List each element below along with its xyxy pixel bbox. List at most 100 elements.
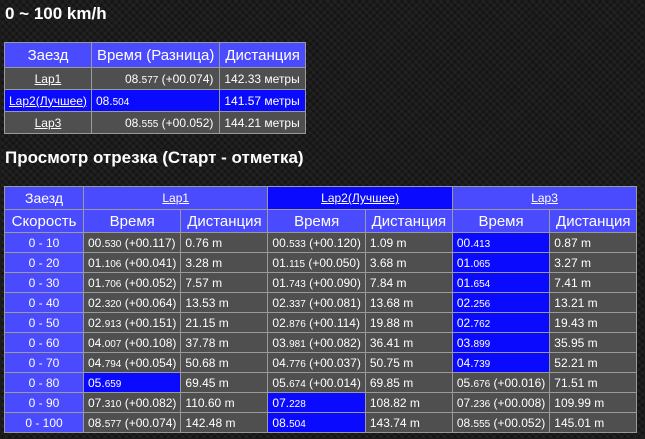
time-milliseconds: 337 [289, 298, 306, 310]
segment-header-time: Время [267, 209, 366, 233]
time-difference: (+00.081) [305, 295, 361, 310]
speed-range-cell: 0 - 30 [4, 272, 84, 293]
segment-distance-cell: 52.21 m [549, 352, 638, 373]
time-milliseconds: 676 [473, 378, 491, 390]
segment-distance-cell: 143.74 m [364, 412, 453, 433]
time-milliseconds: 981 [289, 338, 306, 350]
time-seconds: 01. [272, 255, 290, 270]
segment-time-cell: 04.007 (+00.108) [82, 332, 182, 353]
time-seconds: 08. [456, 415, 474, 430]
segment-lap-header: Lap2(Лучшее) [267, 186, 453, 210]
segment-header-distance: Дистанция [364, 209, 453, 233]
time-seconds: 05. [456, 375, 474, 390]
time-seconds: 01. [456, 275, 474, 290]
lap-link[interactable]: Lap2(Лучшее) [321, 191, 399, 205]
segment-time-cell: 01.654 [451, 272, 551, 293]
segment-header-lap-row: Заезд Lap1 Lap2(Лучшее) Lap3 [4, 186, 638, 210]
time-difference: (+00.064) [121, 295, 177, 310]
summary-time-cell: 08.555 (+00.052) [90, 111, 221, 134]
time-seconds: 00. [272, 235, 290, 250]
time-milliseconds: 794 [104, 358, 122, 370]
time-seconds: 08. [124, 71, 142, 86]
summary-distance-cell: 141.57 метры [219, 89, 306, 112]
lap-link[interactable]: Lap2(Лучшее) [9, 94, 87, 108]
lap-link[interactable]: Lap1 [162, 191, 189, 205]
speed-range-cell: 0 - 20 [4, 252, 84, 273]
segment-distance-cell: 13.21 m [549, 292, 638, 313]
time-seconds: 03. [456, 335, 474, 350]
segment-time-cell: 02.337 (+00.081) [267, 292, 366, 313]
segment-table: Заезд Lap1 Lap2(Лучшее) Lap3 Скорость Вр… [4, 186, 638, 433]
segment-distance-cell: 13.68 m [364, 292, 453, 313]
segment-header-columns-row: Скорость Время Дистанция Время Дистанция… [4, 209, 638, 233]
segment-time-cell: 08.504 [267, 412, 366, 433]
speed-range-cell: 0 - 50 [4, 312, 84, 333]
time-milliseconds: 228 [289, 398, 306, 410]
time-milliseconds: 504 [112, 96, 130, 108]
time-milliseconds: 876 [289, 318, 306, 330]
summary-row: Lap3 08.555 (+00.052) 144.21 метры [4, 111, 306, 134]
summary-row: Lap1 08.577 (+00.074) 142.33 метры [4, 67, 306, 90]
lap-link[interactable]: Lap3 [531, 191, 558, 205]
time-milliseconds: 555 [473, 418, 491, 430]
segment-distance-cell: 7.41 m [549, 272, 638, 293]
segment-row: 0 - 30 01.706 (+00.052) 7.57 m 01.743 (+00.… [4, 272, 638, 293]
segment-distance-cell: 0.87 m [549, 232, 638, 253]
time-seconds: 03. [272, 335, 290, 350]
segment-row: 0 - 10 00.530 (+00.117) 0.76 m 00.533 (+00.… [4, 232, 638, 253]
segment-header-distance: Дистанция [549, 209, 638, 233]
segment-time-cell: 02.762 [451, 312, 551, 333]
segment-distance-cell: 3.27 m [549, 252, 638, 273]
time-seconds: 04. [272, 355, 290, 370]
time-difference: (+00.008) [490, 395, 546, 410]
segment-distance-cell: 37.78 m [180, 332, 269, 353]
time-difference: (+00.052) [490, 415, 546, 430]
time-milliseconds: 413 [473, 238, 491, 250]
time-difference: (+00.090) [305, 275, 361, 290]
segment-distance-cell: 7.84 m [364, 272, 453, 293]
time-seconds: 00. [88, 235, 105, 250]
time-milliseconds: 065 [473, 258, 491, 270]
time-milliseconds: 555 [141, 118, 159, 130]
time-milliseconds: 739 [473, 358, 491, 370]
segment-header-time: Время [451, 209, 551, 233]
time-difference: (+00.074) [158, 71, 214, 86]
time-seconds: 02. [272, 315, 290, 330]
segment-time-cell: 04.776 (+00.037) [267, 352, 366, 373]
segment-row: 0 - 70 04.794 (+00.054) 50.68 m 04.776 (+00… [4, 352, 638, 373]
segment-time-cell: 08.577 (+00.074) [82, 412, 182, 433]
time-milliseconds: 654 [473, 278, 491, 290]
segment-distance-cell: 19.88 m [364, 312, 453, 333]
segment-time-cell: 04.739 [451, 352, 551, 373]
time-milliseconds: 899 [473, 338, 491, 350]
time-seconds: 01. [88, 255, 105, 270]
segment-row: 0 - 100 08.577 (+00.074) 142.48 m 08.504 143… [4, 412, 638, 433]
time-milliseconds: 533 [289, 238, 306, 250]
time-milliseconds: 577 [141, 74, 159, 86]
time-milliseconds: 115 [289, 258, 306, 270]
time-seconds: 05. [88, 375, 105, 390]
segment-row: 0 - 40 02.320 (+00.064) 13.53 m 02.337 (+00… [4, 292, 638, 313]
time-milliseconds: 530 [104, 238, 122, 250]
segment-time-cell: 07.236 (+00.008) [451, 392, 551, 413]
time-difference: (+00.117) [121, 235, 176, 250]
time-seconds: 01. [272, 275, 290, 290]
time-milliseconds: 007 [104, 338, 122, 350]
segment-distance-cell: 3.68 m [364, 252, 453, 273]
time-seconds: 07. [88, 395, 105, 410]
time-difference: (+00.052) [158, 115, 214, 130]
summary-lap-cell: Lap3 [4, 111, 92, 134]
time-seconds: 02. [88, 315, 105, 330]
lap-link[interactable]: Lap3 [35, 116, 62, 130]
speed-range-cell: 0 - 70 [4, 352, 84, 373]
summary-time-cell: 08.577 (+00.074) [90, 67, 221, 90]
lap-link[interactable]: Lap1 [35, 72, 62, 86]
summary-header-row: Заезд Время (Разница) Дистанция [4, 42, 306, 68]
time-milliseconds: 256 [473, 298, 491, 310]
time-difference: (+00.082) [121, 395, 177, 410]
summary-distance-cell: 142.33 метры [219, 67, 306, 90]
segment-time-cell: 07.228 [267, 392, 366, 413]
segment-header-distance: Дистанция [180, 209, 269, 233]
time-milliseconds: 706 [104, 278, 122, 290]
time-seconds: 04. [456, 355, 474, 370]
